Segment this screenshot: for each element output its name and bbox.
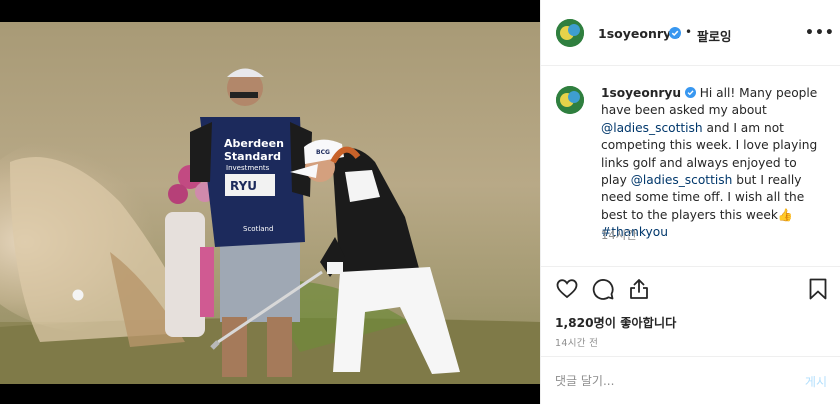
caption-verified-icon — [684, 87, 696, 98]
caption-avatar[interactable] — [556, 86, 584, 114]
post-photo-pane: Aberdeen Standard Investments RYU Scotla… — [0, 0, 540, 404]
thumbs-up-emoji: 👍 — [777, 207, 794, 222]
header-username[interactable]: 1soyeonryu — [598, 26, 680, 41]
comment-input[interactable] — [555, 371, 775, 391]
post-caption: 1soyeonryu Hi all! Many people have been… — [601, 85, 821, 242]
comment-bar: 게시 — [541, 356, 840, 405]
bib-line1: Aberdeen — [224, 137, 284, 150]
post-details-panel: 1soyeonryu • 팔로잉 ••• 1soyeonryu Hi all! … — [540, 0, 840, 404]
post-comment-button[interactable]: 게시 — [805, 373, 827, 390]
golf-bunker-photo: Aberdeen Standard Investments RYU Scotla… — [0, 22, 540, 384]
following-button[interactable]: 팔로잉 — [697, 26, 732, 45]
likes-count[interactable]: 1,820명이 좋아합니다 — [555, 313, 676, 331]
post-timestamp[interactable]: 14시간 전 — [555, 335, 598, 349]
mention-link-2[interactable]: @ladies_scottish — [631, 173, 733, 187]
post-header: 1soyeonryu • 팔로잉 ••• — [541, 0, 840, 66]
header-separator: • — [685, 25, 693, 39]
avatar[interactable] — [556, 19, 584, 47]
bib-name: RYU — [230, 179, 257, 193]
share-icon[interactable] — [627, 277, 651, 301]
post-photo[interactable]: Aberdeen Standard Investments RYU Scotla… — [0, 22, 540, 384]
visor-text: BCG — [316, 149, 330, 156]
comment-icon[interactable] — [591, 277, 615, 301]
caption-username[interactable]: 1soyeonryu — [601, 86, 681, 100]
more-options-button[interactable]: ••• — [805, 25, 835, 41]
verified-icon — [669, 27, 681, 39]
bib-line3: Investments — [226, 164, 270, 172]
mention-link-1[interactable]: @ladies_scottish — [601, 121, 703, 135]
bib-line2: Standard — [224, 150, 281, 163]
bib-footer: Scotland — [243, 225, 273, 233]
golf-ball — [72, 289, 84, 301]
bookmark-icon[interactable] — [807, 277, 829, 301]
caption-timestamp: 14시간 — [601, 228, 637, 242]
heart-icon[interactable] — [555, 277, 579, 301]
